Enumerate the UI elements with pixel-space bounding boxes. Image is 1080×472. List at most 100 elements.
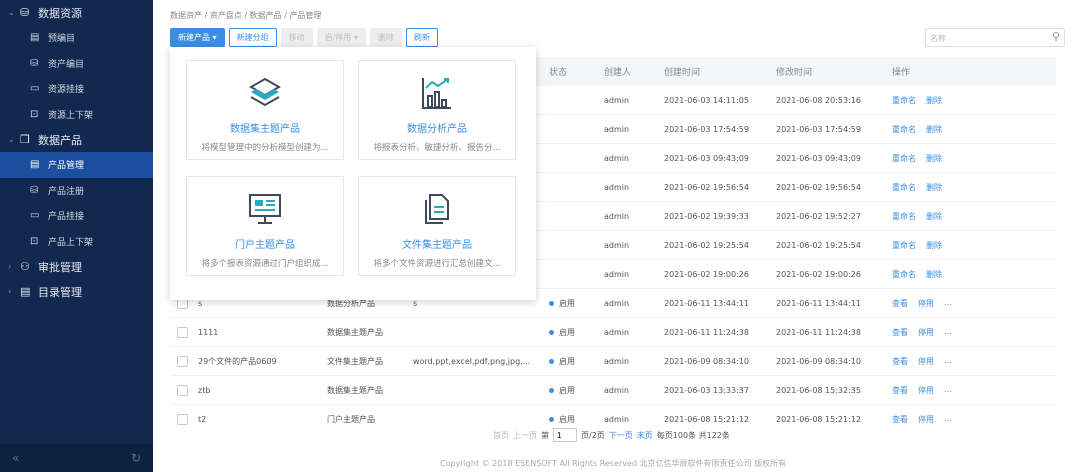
rename-link[interactable]: 重命名 bbox=[892, 240, 916, 251]
cell-name: 29个文件的产品0609 bbox=[198, 356, 277, 366]
menu-item-icon: ▭ bbox=[30, 210, 40, 222]
rename-link[interactable]: 重命名 bbox=[892, 153, 916, 164]
sidebar-group[interactable]: ⌄ ❒ 数据产品 bbox=[0, 127, 153, 152]
move-button[interactable]: 移动 bbox=[280, 28, 313, 47]
disable-link[interactable]: 停用 bbox=[918, 298, 934, 309]
sidebar-item[interactable]: ▤ 产品管理 bbox=[0, 152, 153, 178]
rename-link[interactable]: 重命名 bbox=[892, 269, 916, 280]
sidebar-item[interactable]: ⊡ 产品上下架 bbox=[0, 229, 153, 255]
cell-name: 1111 bbox=[198, 327, 219, 337]
delete-link[interactable]: 删除 bbox=[926, 95, 942, 106]
delete-link[interactable]: 删除 bbox=[926, 153, 942, 164]
cell-created: 2021-06-02 19:56:54 bbox=[664, 182, 749, 192]
card-dataset-product[interactable]: 数据集主题产品 将模型管理中的分析模型创建为... bbox=[186, 60, 344, 160]
cell-creator: admin bbox=[604, 182, 630, 192]
sidebar-group[interactable]: › ⚇ 审批管理 bbox=[0, 254, 153, 279]
documents-icon bbox=[359, 187, 515, 231]
row-actions: 查看 停用... bbox=[892, 356, 952, 367]
sidebar-item[interactable]: ▭ 产品挂接 bbox=[0, 203, 153, 229]
cell-created: 2021-06-03 17:54:59 bbox=[664, 124, 749, 134]
new-product-button[interactable]: 新建产品 ▾ bbox=[170, 28, 225, 47]
cell-created: 2021-06-02 19:39:33 bbox=[664, 211, 749, 221]
view-link[interactable]: 查看 bbox=[892, 356, 908, 367]
delete-link[interactable]: 删除 bbox=[926, 124, 942, 135]
caret-down-icon: ▾ bbox=[353, 33, 358, 42]
table-row[interactable]: 29个文件的产品0609 文件集主题产品 word,ppt,excel,pdf,… bbox=[170, 347, 1056, 376]
sidebar-item[interactable]: ⛁ 产品注册 bbox=[0, 178, 153, 204]
cell-modified: 2021-06-03 17:54:59 bbox=[776, 124, 861, 134]
card-portal-product[interactable]: 门户主题产品 将多个报表资源通过门户组织成... bbox=[186, 176, 344, 276]
disable-link[interactable]: 停用 bbox=[918, 327, 934, 338]
table-row[interactable]: ztb 数据集主题产品 启用 admin 2021-06-03 13:33:37… bbox=[170, 376, 1056, 405]
view-link[interactable]: 查看 bbox=[892, 414, 908, 425]
disable-link[interactable]: 停用 bbox=[918, 356, 934, 367]
chevron-down-icon: ⌄ bbox=[8, 135, 15, 144]
layers-icon bbox=[187, 71, 343, 115]
menu-item-icon: ⛁ bbox=[30, 57, 39, 69]
enable-disable-button[interactable]: 启/停用 ▾ bbox=[316, 28, 366, 47]
new-group-button[interactable]: 新建分组 bbox=[228, 28, 277, 47]
cell-status-wrap: 启用 bbox=[549, 414, 575, 425]
collapse-sidebar-icon[interactable]: « bbox=[12, 451, 19, 465]
prev-page-link[interactable]: 上一页 bbox=[513, 430, 537, 441]
sidebar: ⌄ ⛁ 数据资源 ▤ 预编目 ⛁ 资产编目 ▭ 资源挂接 ⊡ 资源上下架 ⌄ ❒ 数据产品 ▤ 产品管理 ⛁ 产品… bbox=[0, 0, 153, 472]
last-page-link[interactable]: 末页 bbox=[637, 430, 653, 441]
row-checkbox[interactable] bbox=[177, 355, 188, 367]
row-checkbox[interactable] bbox=[177, 326, 188, 338]
delete-link[interactable]: 删除 bbox=[926, 211, 942, 222]
table-row[interactable]: 1111 数据集主题产品 启用 admin 2021-06-11 11:24:3… bbox=[170, 318, 1056, 347]
more-link[interactable]: ... bbox=[944, 385, 952, 396]
cell-status: 启用 bbox=[559, 414, 575, 424]
row-checkbox[interactable] bbox=[177, 413, 188, 425]
rename-link[interactable]: 重命名 bbox=[892, 95, 916, 106]
view-link[interactable]: 查看 bbox=[892, 298, 908, 309]
disable-link[interactable]: 停用 bbox=[918, 385, 934, 396]
rename-link[interactable]: 重命名 bbox=[892, 182, 916, 193]
sidebar-group[interactable]: › ▤ 目录管理 bbox=[0, 279, 153, 304]
sidebar-item-label: 资源上下架 bbox=[48, 110, 94, 121]
menu-item-icon: ⛁ bbox=[30, 184, 39, 196]
card-fileset-product[interactable]: 文件集主题产品 将多个文件资源进行汇总创建文... bbox=[358, 176, 516, 276]
view-link[interactable]: 查看 bbox=[892, 385, 908, 396]
disable-link[interactable]: 停用 bbox=[918, 414, 934, 425]
search-icon[interactable]: ⚲ bbox=[1052, 30, 1060, 43]
sidebar-item[interactable]: ⊡ 资源上下架 bbox=[0, 102, 153, 128]
row-actions: 查看 停用... bbox=[892, 298, 952, 309]
card-title: 门户主题产品 bbox=[235, 240, 295, 251]
row-actions: 查看 停用... bbox=[892, 385, 952, 396]
delete-button[interactable]: 删除 bbox=[369, 28, 402, 47]
delete-link[interactable]: 删除 bbox=[926, 269, 942, 280]
refresh-icon[interactable]: ↻ bbox=[131, 451, 141, 465]
cell-status-wrap: 启用 bbox=[549, 385, 575, 396]
cell-modified: 2021-06-02 19:00:26 bbox=[776, 269, 861, 279]
row-actions: 查看 停用... bbox=[892, 414, 952, 425]
header-creator: 创建人 bbox=[604, 68, 632, 78]
page-number-input[interactable] bbox=[553, 428, 577, 442]
rename-link[interactable]: 重命名 bbox=[892, 124, 916, 135]
first-page-link[interactable]: 首页 bbox=[493, 430, 509, 441]
more-link[interactable]: ... bbox=[944, 327, 952, 338]
delete-link[interactable]: 删除 bbox=[926, 240, 942, 251]
cell-creator: admin bbox=[604, 240, 630, 250]
delete-link[interactable]: 删除 bbox=[926, 182, 942, 193]
new-product-label: 新建产品 bbox=[178, 33, 210, 42]
more-link[interactable]: ... bbox=[944, 414, 952, 425]
sidebar-group[interactable]: ⌄ ⛁ 数据资源 bbox=[0, 0, 153, 25]
rename-link[interactable]: 重命名 bbox=[892, 211, 916, 222]
refresh-button[interactable]: 刷新 bbox=[405, 28, 438, 47]
table-row[interactable]: t2 门户主题产品 启用 admin 2021-06-08 15:21:12 2… bbox=[170, 405, 1056, 425]
card-analysis-product[interactable]: 数据分析产品 将报表分析、敏捷分析、报告分... bbox=[358, 60, 516, 160]
toolbar: 新建产品 ▾ 新建分组 移动 启/停用 ▾ 删除 刷新 bbox=[170, 28, 438, 47]
search-input[interactable]: 名称 ⚲ bbox=[925, 28, 1065, 47]
sidebar-item[interactable]: ▭ 资源挂接 bbox=[0, 76, 153, 102]
sidebar-item[interactable]: ▤ 预编目 bbox=[0, 25, 153, 51]
more-link[interactable]: ... bbox=[944, 356, 952, 367]
more-link[interactable]: ... bbox=[944, 298, 952, 309]
row-checkbox[interactable] bbox=[177, 384, 188, 396]
sidebar-item[interactable]: ⛁ 资产编目 bbox=[0, 51, 153, 77]
next-page-link[interactable]: 下一页 bbox=[609, 430, 633, 441]
cell-modified: 2021-06-02 19:25:54 bbox=[776, 240, 861, 250]
status-dot bbox=[549, 387, 554, 393]
cell-creator: admin bbox=[604, 211, 630, 221]
view-link[interactable]: 查看 bbox=[892, 327, 908, 338]
